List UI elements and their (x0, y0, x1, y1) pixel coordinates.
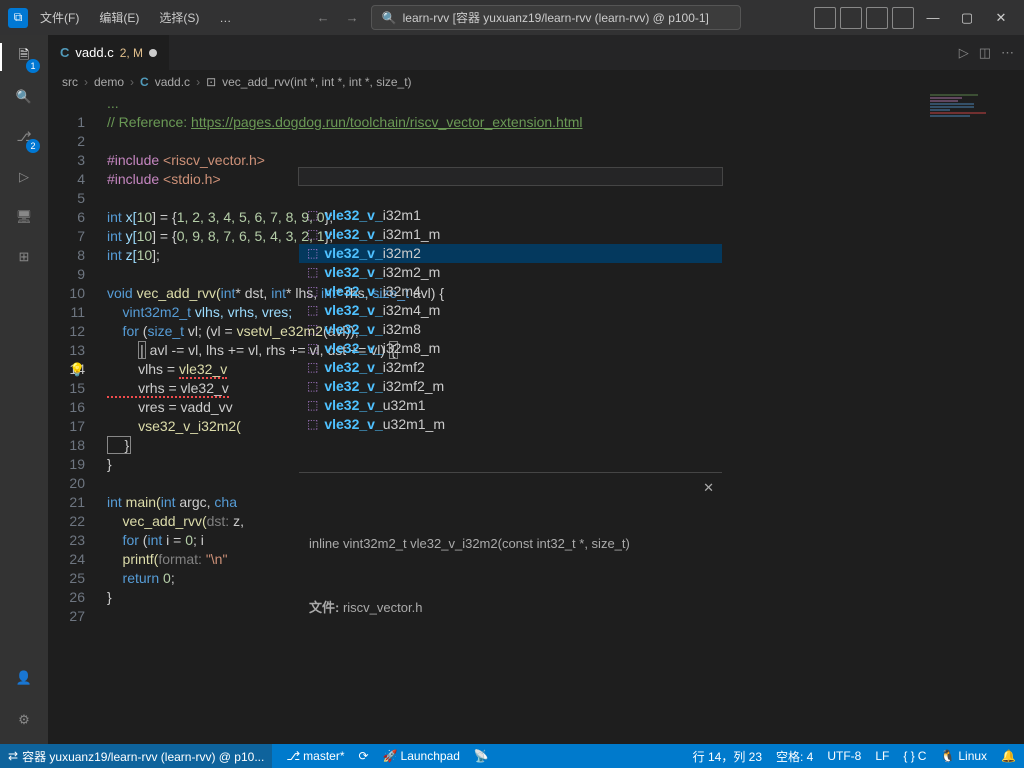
tab-vadd[interactable]: C vadd.c 2, M (48, 35, 170, 70)
branch-indicator[interactable]: ⎇ master* (286, 749, 344, 763)
suggest-item[interactable]: ⬚vle32_v_i32m1_m (299, 225, 722, 244)
suggest-item[interactable]: ⬚vle32_v_i32m4 (299, 282, 722, 301)
menu-more[interactable]: … (211, 9, 239, 27)
minimap[interactable] (930, 94, 1010, 174)
dirty-icon (149, 49, 157, 57)
more-icon[interactable]: ⋯ (1001, 45, 1014, 61)
scm-icon[interactable]: ⎇2 (10, 123, 38, 151)
split-icon[interactable]: ◫ (979, 45, 991, 61)
suggest-widget[interactable]: ⬚vle32_v_i32m1⬚vle32_v_i32m1_m⬚vle32_v_i… (298, 167, 723, 186)
suggest-item[interactable]: ⬚vle32_v_i32m2 (299, 244, 722, 263)
search-icon: 🔍 (382, 11, 397, 25)
cube-icon: ⬚ (307, 320, 318, 339)
app-icon: ⧉ (8, 8, 28, 28)
activity-bar: 🗎1 🔍 ⎇2 ▷ 🖥 ⊞ 👤 ⚙ (0, 35, 48, 744)
nav-forward-icon[interactable]: → (342, 10, 363, 25)
breadcrumb[interactable]: src› demo› C vadd.c› ⊡ vec_add_rvv(int *… (48, 70, 1024, 94)
debug-icon[interactable]: ▷ (10, 163, 38, 191)
layout-icon[interactable] (866, 7, 888, 29)
cube-icon: ⬚ (307, 263, 318, 282)
suggest-item[interactable]: ⬚vle32_v_i32m2_m (299, 263, 722, 282)
tab-bar: C vadd.c 2, M ▷ ◫ ⋯ (48, 35, 1024, 70)
layout-icon[interactable] (892, 7, 914, 29)
code-content[interactable]: ... // Reference: https://pages.dogdog.r… (103, 94, 1024, 744)
suggest-item[interactable]: ⬚vle32_v_i32m8 (299, 320, 722, 339)
suggest-item[interactable]: ⬚vle32_v_i32m8_m (299, 339, 722, 358)
bell-icon[interactable]: 🔔 (1001, 748, 1016, 765)
suggest-item[interactable]: ⬚vle32_v_i32m1 (299, 206, 722, 225)
cursor-pos[interactable]: 行 14，列 23 (693, 748, 762, 765)
suggest-item[interactable]: ⬚vle32_v_i32m4_m (299, 301, 722, 320)
command-center[interactable]: 🔍 learn-rvv [容器 yuxuanz19/learn-rvv (lea… (371, 5, 741, 30)
menu-file[interactable]: 文件(F) (32, 7, 87, 28)
cube-icon: ⬚ (307, 358, 318, 377)
os[interactable]: 🐧 Linux (940, 748, 987, 765)
titlebar: ⧉ 文件(F) 编辑(E) 选择(S) … ← → 🔍 learn-rvv [容… (0, 0, 1024, 35)
cube-icon: ⬚ (307, 415, 318, 434)
nav-back-icon[interactable]: ← (313, 10, 334, 25)
cube-icon: ⬚ (307, 282, 318, 301)
remote-icon[interactable]: 🖥 (10, 203, 38, 231)
menu-edit[interactable]: 编辑(E) (91, 7, 147, 28)
launchpad[interactable]: 🚀 Launchpad (383, 749, 460, 763)
maximize-icon[interactable]: ▢ (952, 3, 982, 33)
suggest-item[interactable]: ⬚vle32_v_u32m1_m (299, 415, 722, 434)
lightbulb-icon[interactable]: 💡 (69, 360, 85, 379)
suggest-detail: ✕ inline vint32m2_t vle32_v_i32m2(const … (299, 472, 722, 661)
cube-icon: ⬚ (307, 244, 318, 263)
menu-select[interactable]: 选择(S) (151, 7, 207, 28)
search-text: learn-rvv [容器 yuxuanz19/learn-rvv (learn… (403, 9, 709, 26)
close-icon[interactable]: ✕ (703, 479, 714, 497)
layout-icon[interactable] (814, 7, 836, 29)
eol[interactable]: LF (875, 748, 889, 765)
remote-indicator[interactable]: ⇄容器 yuxuanz19/learn-rvv (learn-rvv) @ p1… (0, 744, 272, 768)
suggest-item[interactable]: ⬚vle32_v_u32m1 (299, 396, 722, 415)
settings-icon[interactable]: ⚙ (10, 706, 38, 734)
close-icon[interactable]: ✕ (986, 3, 1016, 33)
run-icon[interactable]: ▷ (959, 45, 969, 61)
encoding[interactable]: UTF-8 (827, 748, 861, 765)
lang-c[interactable]: { } C (903, 748, 926, 765)
extensions-icon[interactable]: ⊞ (10, 243, 38, 271)
search-activity-icon[interactable]: 🔍 (10, 83, 38, 111)
status-bar: ⇄容器 yuxuanz19/learn-rvv (learn-rvv) @ p1… (0, 744, 1024, 768)
function-icon: ⊡ (206, 75, 216, 89)
sync-icon[interactable]: ⟳ (359, 749, 369, 763)
c-file-icon: C (60, 45, 69, 60)
cube-icon: ⬚ (307, 396, 318, 415)
indent[interactable]: 空格: 4 (776, 748, 813, 765)
minimize-icon[interactable]: — (918, 3, 948, 33)
editor[interactable]: 1234567891011121314151617181920212223242… (48, 94, 1024, 744)
cube-icon: ⬚ (307, 206, 318, 225)
cube-icon: ⬚ (307, 225, 318, 244)
account-icon[interactable]: 👤 (10, 664, 38, 692)
c-file-icon: C (140, 75, 149, 89)
cube-icon: ⬚ (307, 377, 318, 396)
line-numbers: 1234567891011121314151617181920212223242… (48, 94, 103, 744)
suggest-item[interactable]: ⬚vle32_v_i32mf2_m (299, 377, 722, 396)
live-share-icon[interactable]: 📡 (474, 749, 489, 763)
cube-icon: ⬚ (307, 339, 318, 358)
layout-icon[interactable] (840, 7, 862, 29)
cube-icon: ⬚ (307, 301, 318, 320)
suggest-item[interactable]: ⬚vle32_v_i32mf2 (299, 358, 722, 377)
explorer-icon[interactable]: 🗎1 (10, 43, 38, 71)
remote-icon: ⇄ (8, 749, 18, 763)
